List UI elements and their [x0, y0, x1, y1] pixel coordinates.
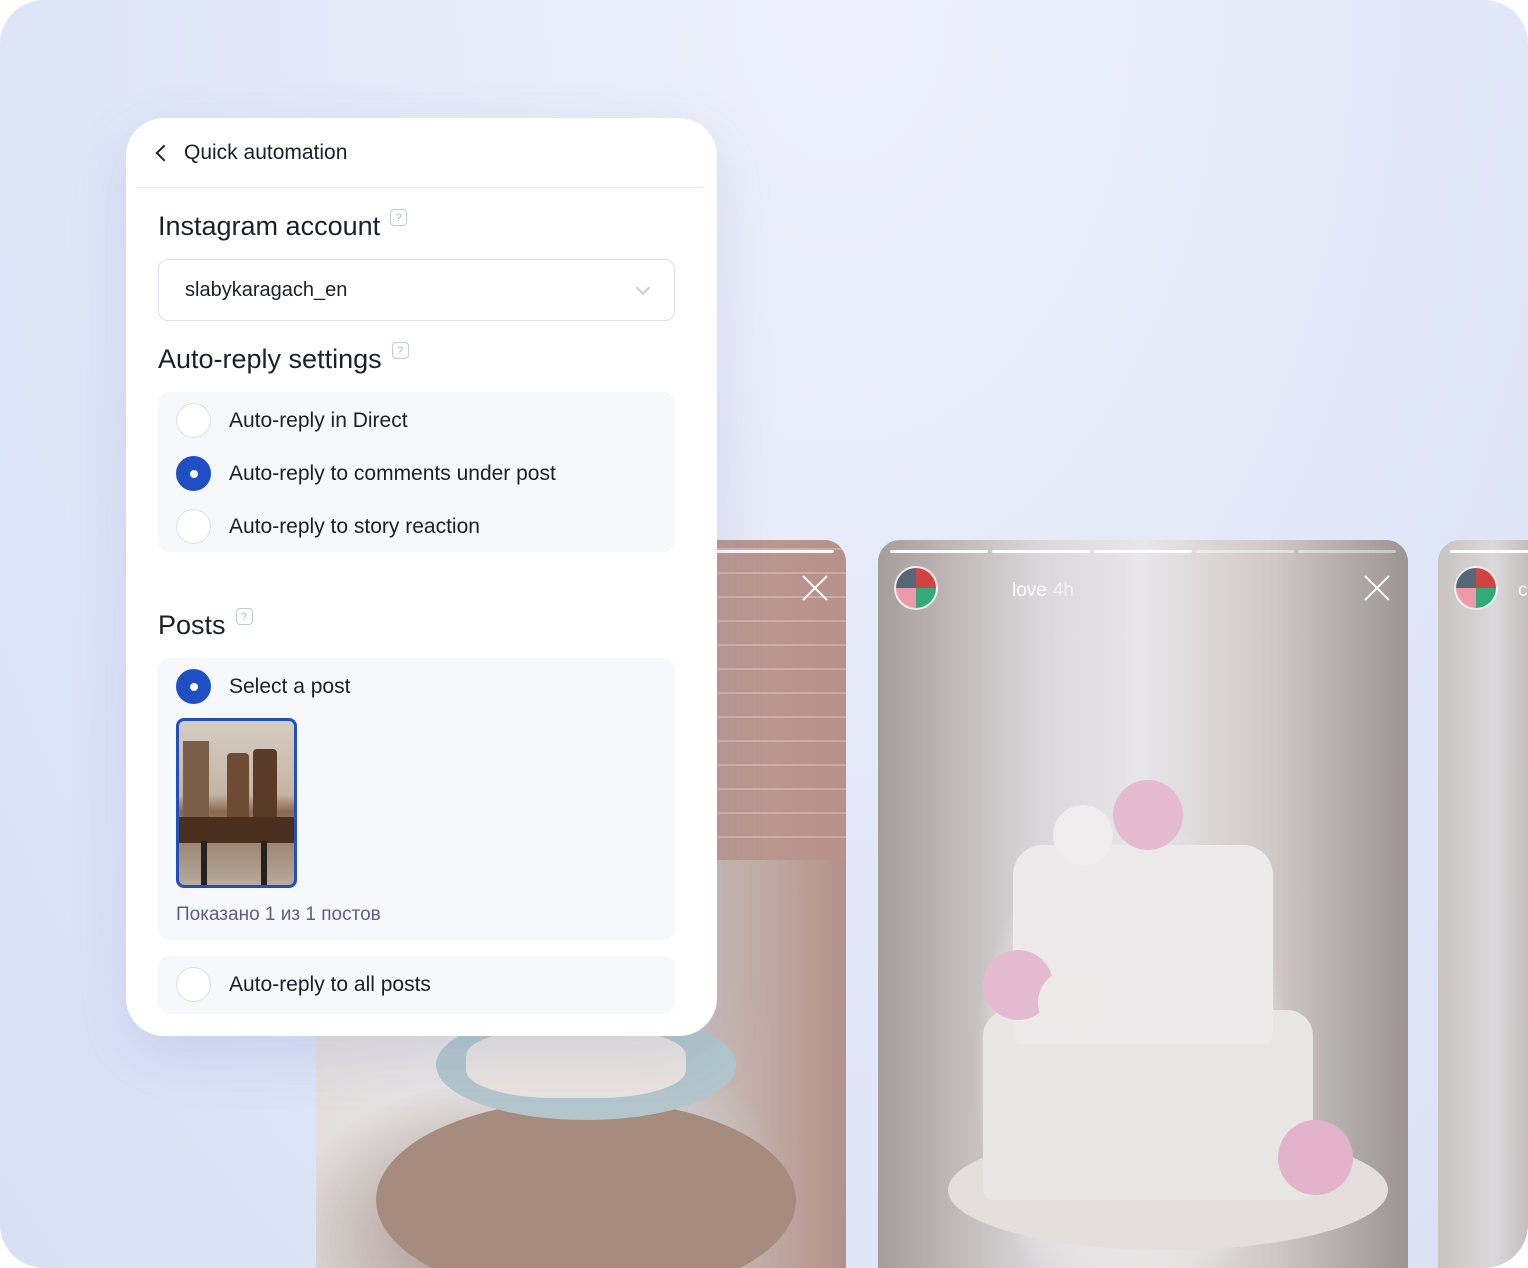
story-progress-bar [890, 550, 1396, 553]
posts-count-text: Показано 1 из 1 постов [176, 904, 381, 925]
story-username-text: love [1012, 580, 1047, 601]
instagram-account-select[interactable]: slabykaragach_en [158, 259, 675, 321]
help-icon[interactable]: ? [390, 209, 408, 226]
story-overlay [1438, 540, 1528, 1268]
selected-account-value: slabykaragach_en [185, 278, 348, 301]
instagram-account-title: Instagram account ? [158, 209, 408, 242]
option-label: Auto-reply in Direct [229, 408, 408, 432]
avatar[interactable] [1454, 566, 1498, 610]
back-chevron-icon[interactable] [155, 144, 173, 162]
background-canvas: love 4h c Quick automation Instagram acco… [0, 0, 1528, 1268]
option-label: Auto-reply to story reaction [229, 514, 480, 538]
radio-select-post[interactable] [176, 669, 211, 704]
story-card-right[interactable]: c [1438, 540, 1528, 1268]
option-all-posts[interactable]: Auto-reply to all posts [176, 967, 431, 1002]
option-label: Auto-reply to comments under post [229, 461, 556, 485]
story-card-middle[interactable]: love 4h [878, 540, 1408, 1268]
thumbnail-table-leg [201, 841, 207, 885]
help-icon[interactable]: ? [235, 608, 253, 625]
thumbnail-table [179, 817, 294, 843]
story-overlay [878, 540, 1408, 1268]
option-select-post[interactable]: Select a post [176, 669, 350, 704]
option-label: Auto-reply to all posts [229, 972, 431, 996]
option-autoreply-direct[interactable]: Auto-reply in Direct [176, 403, 408, 438]
section-title-text: Auto-reply settings [158, 344, 382, 374]
thumbnail-wood-slab [227, 753, 249, 823]
option-label: Select a post [229, 674, 351, 698]
all-posts-group: Auto-reply to all posts [158, 956, 675, 1014]
post-thumbnail[interactable] [176, 718, 297, 888]
thumbnail-wood-slab [253, 749, 277, 827]
quick-automation-panel: Quick automation Instagram account ? sla… [126, 118, 717, 1036]
section-title-text: Instagram account [158, 211, 381, 241]
close-icon[interactable] [798, 570, 832, 604]
avatar[interactable] [894, 566, 938, 610]
story-username-text: c [1518, 580, 1528, 601]
option-autoreply-story[interactable]: Auto-reply to story reaction [176, 509, 480, 544]
close-icon[interactable] [1360, 570, 1394, 604]
radio-autoreply-comments[interactable] [176, 456, 211, 491]
radio-all-posts[interactable] [176, 967, 211, 1002]
radio-autoreply-direct[interactable] [176, 403, 211, 438]
panel-header: Quick automation [136, 118, 703, 188]
option-autoreply-comments[interactable]: Auto-reply to comments under post [176, 456, 556, 491]
story-progress-bar [1450, 550, 1528, 553]
autoreply-settings-title: Auto-reply settings ? [158, 342, 409, 375]
story-username: love 4h [1012, 580, 1074, 602]
autoreply-options-group: Auto-reply in Direct Auto-reply to comme… [158, 392, 675, 552]
posts-title: Posts ? [158, 608, 253, 641]
story-timestamp: 4h [1052, 580, 1074, 601]
thumbnail-shelf [183, 741, 209, 821]
chevron-down-icon[interactable] [635, 280, 651, 296]
select-post-group: Select a post Показано 1 из 1 постов [158, 658, 675, 940]
page-title: Quick automation [184, 140, 348, 164]
section-title-text: Posts [158, 610, 226, 640]
help-icon[interactable]: ? [391, 342, 409, 359]
radio-autoreply-story[interactable] [176, 509, 211, 544]
thumbnail-table-leg [261, 841, 267, 885]
story-username: c [1518, 580, 1528, 602]
